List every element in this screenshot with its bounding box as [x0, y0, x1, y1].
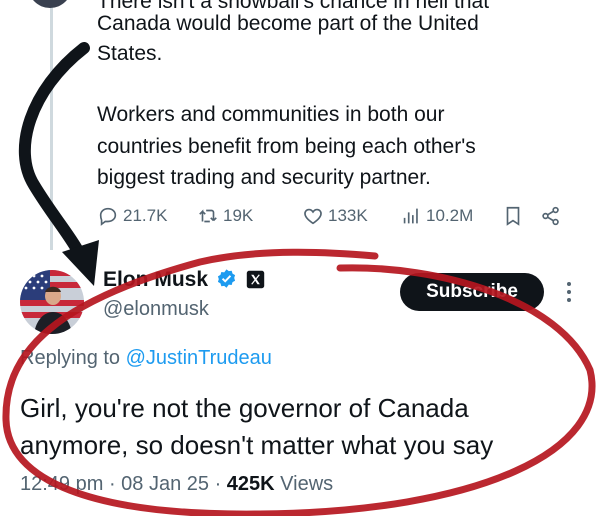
- reply-tweet-line-2: anymore, so doesn't matter what you say: [20, 430, 494, 460]
- annotation-arrow-stroke: [18, 42, 90, 264]
- parent-tweet-line-5: Workers and communities in both our: [97, 103, 445, 126]
- views-count: 10.2M: [426, 206, 474, 225]
- verified-badge-icon: [217, 269, 235, 288]
- reply-count: 21.7K: [123, 206, 168, 225]
- share-icon: [542, 206, 559, 226]
- parent-tweet-line-3: States.: [97, 42, 163, 65]
- tweet-views-label: Views: [274, 473, 334, 495]
- replying-to-prefix: Replying to: [20, 347, 126, 369]
- repost-button[interactable]: 19K: [197, 205, 253, 227]
- author-handle[interactable]: @elonmusk: [103, 298, 209, 321]
- tweet-metadata: 12:49 pm · 08 Jan 25 · 425K Views: [20, 473, 333, 496]
- parent-tweet-line-6: countries benefit from being each other'…: [97, 135, 476, 158]
- tweet-timestamp[interactable]: 12:49 pm · 08 Jan 25 ·: [20, 473, 227, 495]
- like-button[interactable]: 133K: [302, 205, 368, 227]
- reply-icon: [99, 207, 117, 226]
- bookmark-button[interactable]: [502, 205, 524, 227]
- parent-tweet-line-2: Canada would become part of the United: [97, 12, 479, 35]
- tweet-action-bar: 21.7K 19K 133K 10.2M: [97, 205, 577, 235]
- like-icon: [304, 208, 322, 225]
- views-button[interactable]: 10.2M: [400, 205, 473, 227]
- replying-to-line: Replying to @JustinTrudeau: [20, 347, 272, 370]
- reply-tweet-line-1: Girl, you're not the governor of Canada: [20, 393, 469, 423]
- author-name[interactable]: Elon Musk: [103, 268, 208, 291]
- replying-to-mention[interactable]: @JustinTrudeau: [126, 347, 272, 369]
- parent-avatar[interactable]: [28, 0, 72, 8]
- tweet-view-count: 425K: [226, 473, 275, 495]
- like-count: 133K: [328, 206, 368, 225]
- parent-tweet-line-7: biggest trading and security partner.: [97, 166, 431, 189]
- share-button[interactable]: [540, 205, 562, 227]
- views-icon: [403, 208, 418, 224]
- subscribe-button[interactable]: Subscribe: [400, 273, 544, 311]
- thread-connector-line: [50, 0, 53, 250]
- reply-tweet-text: Girl, you're not the governor of Canada …: [20, 390, 493, 464]
- repost-icon: [199, 209, 217, 223]
- bookmark-icon: [506, 206, 520, 226]
- more-options-icon[interactable]: [563, 280, 575, 304]
- x-affiliate-icon: [246, 270, 264, 289]
- author-avatar[interactable]: [20, 270, 84, 334]
- repost-count: 19K: [223, 206, 254, 225]
- author-name-row: Elon Musk: [103, 268, 265, 292]
- reply-button[interactable]: 21.7K: [97, 205, 167, 227]
